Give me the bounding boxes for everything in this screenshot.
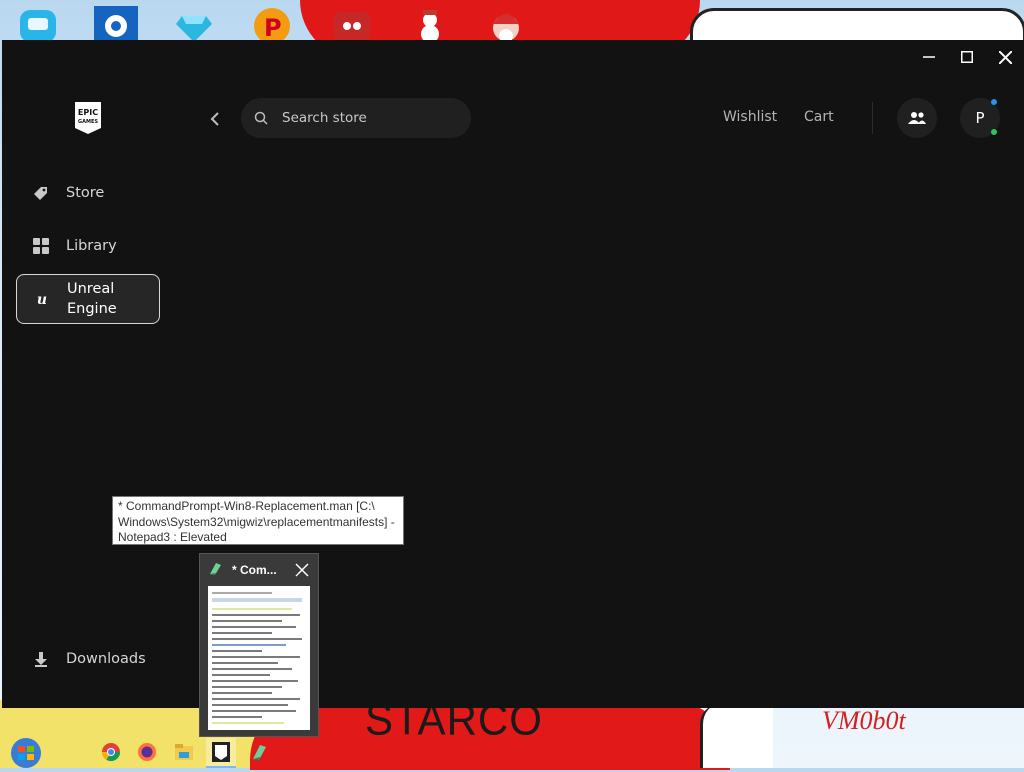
grid-icon [32,237,50,255]
desktop-app-icon[interactable] [16,6,60,42]
sidebar-item-label: Store [66,185,105,201]
folder-icon[interactable] [169,738,199,766]
header-divider [872,102,873,134]
desktop-snowman-icon[interactable] [408,6,452,43]
taskbar-thumbnail[interactable]: * Com... [199,553,319,737]
wallpaper-signature: VM0b0t [822,706,906,735]
sidebar-item-downloads[interactable]: Downloads [16,640,160,678]
search-icon [254,111,268,125]
unreal-icon: u [33,290,51,308]
search-input[interactable] [280,109,454,127]
epic-launcher-window: EPIC GAMES Wishlist Cart P Store [2,40,1024,708]
online-status-dot [991,129,997,135]
sidebar-item-label: Library [66,238,117,254]
epic-icon[interactable] [206,738,236,768]
sidebar-item-unreal-engine[interactable]: u Unreal Engine [16,274,160,324]
window-controls [910,40,1024,74]
maximize-icon[interactable] [948,40,986,74]
thumbnail-preview [208,586,310,730]
tag-icon [32,184,50,202]
notepad-icon[interactable] [244,738,274,766]
thumbnail-title: * Com... [232,563,277,577]
friends-button[interactable] [897,98,937,138]
start-button[interactable] [6,736,46,768]
svg-text:EPIC: EPIC [78,108,98,117]
notepad-icon [210,563,221,575]
desktop-p-icon[interactable]: P [250,6,294,44]
desktop-angry-bird-icon[interactable] [330,6,374,42]
cart-link[interactable]: Cart [804,109,834,125]
close-icon[interactable] [294,562,310,578]
sidebar-item-library[interactable]: Library [16,227,160,265]
sidebar-item-label: Downloads [66,651,146,667]
svg-text:u: u [37,292,47,307]
taskbar-tooltip: * CommandPrompt-Win8-Replacement.man [C:… [112,496,404,545]
minimize-icon[interactable] [910,40,948,74]
sidebar-item-label: Unreal Engine [67,281,117,317]
download-icon [32,650,50,668]
close-icon[interactable] [986,40,1024,74]
firefox-icon[interactable] [132,738,162,766]
notification-dot [991,99,997,105]
search-bar[interactable] [241,98,471,138]
desktop-gem-icon[interactable] [172,6,216,42]
epic-games-logo[interactable]: EPIC GAMES [74,101,102,135]
chrome-icon[interactable] [96,738,126,766]
avatar-initial: P [975,109,985,127]
svg-text:GAMES: GAMES [78,119,98,125]
sidebar-item-store[interactable]: Store [16,174,160,212]
wishlist-link[interactable]: Wishlist [723,109,777,125]
desktop-santa-icon[interactable] [484,6,528,43]
svg-text:P: P [264,14,282,42]
friends-icon [908,112,926,124]
desktop-gear-icon[interactable] [94,6,138,42]
back-arrow-icon[interactable] [202,106,228,132]
